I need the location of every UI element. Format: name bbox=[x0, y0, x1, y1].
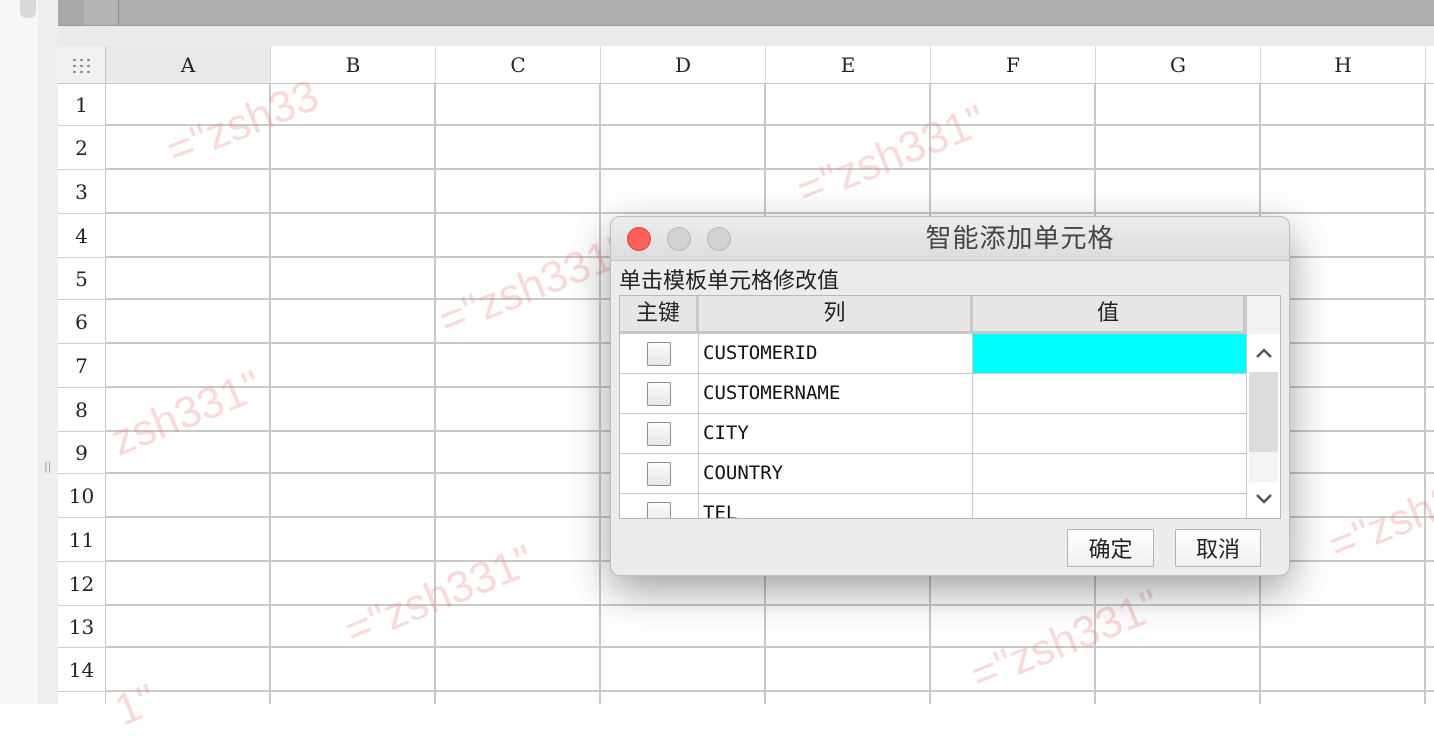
row-header-6[interactable]: 6 bbox=[58, 300, 106, 344]
row-header-5[interactable]: 5 bbox=[58, 258, 106, 300]
grid-dots-icon bbox=[70, 56, 93, 73]
column-name-cell[interactable]: COUNTRY bbox=[699, 454, 973, 493]
dialog-title: 智能添加单元格 bbox=[925, 224, 1115, 254]
header-column[interactable]: 列 bbox=[699, 296, 973, 331]
panel-tab[interactable] bbox=[20, 0, 36, 18]
template-cell-table: 主键 列 值 CUSTOMERID CUSTOMERNAME CITY COUN… bbox=[619, 295, 1281, 519]
primary-key-checkbox[interactable] bbox=[647, 421, 671, 446]
header-primary-key[interactable]: 主键 bbox=[620, 296, 699, 331]
table-row: TEL bbox=[620, 494, 1246, 518]
row-header-2[interactable]: 2 bbox=[58, 126, 106, 170]
formula-input[interactable] bbox=[118, 0, 1434, 25]
primary-key-cell bbox=[620, 494, 699, 518]
maximize-window-button[interactable] bbox=[707, 227, 731, 251]
table-scrollbar[interactable] bbox=[1246, 334, 1280, 518]
row-header-11[interactable]: 11 bbox=[58, 518, 106, 562]
primary-key-checkbox[interactable] bbox=[647, 501, 671, 518]
table-row: CUSTOMERNAME bbox=[620, 374, 1246, 414]
row-header-1[interactable]: 1 bbox=[58, 84, 106, 126]
value-cell[interactable] bbox=[973, 374, 1246, 413]
table-header: 主键 列 值 bbox=[620, 296, 1246, 334]
row-header-13[interactable]: 13 bbox=[58, 606, 106, 648]
row-header-10[interactable]: 10 bbox=[58, 474, 106, 518]
row-header-partial[interactable] bbox=[58, 692, 106, 704]
column-name-cell[interactable]: CITY bbox=[699, 414, 973, 453]
column-header-a[interactable]: A bbox=[106, 46, 271, 84]
minimize-window-button[interactable] bbox=[667, 227, 691, 251]
chevron-down-icon[interactable] bbox=[1247, 484, 1280, 514]
primary-key-checkbox[interactable] bbox=[647, 461, 671, 486]
row-header-14[interactable]: 14 bbox=[58, 648, 106, 692]
table-row: COUNTRY bbox=[620, 454, 1246, 494]
row-header-8[interactable]: 8 bbox=[58, 388, 106, 432]
table-row: CUSTOMERID bbox=[620, 334, 1246, 374]
grid-line bbox=[106, 168, 1434, 170]
grid-line bbox=[106, 124, 1434, 126]
chevron-up-icon[interactable] bbox=[1247, 338, 1280, 368]
column-header-h[interactable]: H bbox=[1261, 46, 1426, 84]
grid-line bbox=[1424, 84, 1426, 704]
dialog-titlebar[interactable]: 智能添加单元格 bbox=[611, 217, 1289, 261]
scroll-thumb[interactable] bbox=[1249, 372, 1278, 452]
splitter-grip-icon[interactable]: || bbox=[44, 460, 51, 473]
header-value[interactable]: 值 bbox=[973, 296, 1246, 331]
table-row: CITY bbox=[620, 414, 1246, 454]
column-header-partial[interactable] bbox=[1426, 46, 1434, 84]
column-header-d[interactable]: D bbox=[601, 46, 766, 84]
value-cell[interactable] bbox=[973, 454, 1246, 493]
column-name-cell[interactable]: CUSTOMERNAME bbox=[699, 374, 973, 413]
formula-bar-tab[interactable] bbox=[58, 0, 84, 25]
column-header-b[interactable]: B bbox=[271, 46, 436, 84]
close-window-button[interactable] bbox=[627, 227, 651, 251]
left-panel bbox=[0, 0, 38, 704]
column-name-cell[interactable]: CUSTOMERID bbox=[699, 334, 973, 373]
select-all-corner[interactable] bbox=[58, 46, 106, 84]
panel-splitter[interactable]: || bbox=[38, 0, 58, 704]
instruction-label: 单击模板单元格修改值 bbox=[619, 269, 840, 294]
grid-line bbox=[599, 84, 601, 704]
grid-line bbox=[106, 690, 1434, 692]
formula-bar bbox=[58, 0, 1434, 26]
row-header-9[interactable]: 9 bbox=[58, 432, 106, 474]
row-header-12[interactable]: 12 bbox=[58, 562, 106, 606]
grid-line bbox=[106, 604, 1434, 606]
primary-key-cell bbox=[620, 454, 699, 493]
value-cell[interactable] bbox=[973, 494, 1246, 518]
primary-key-checkbox[interactable] bbox=[647, 381, 671, 406]
table-header-corner bbox=[1246, 296, 1280, 334]
grid-line bbox=[434, 84, 436, 704]
column-header-e[interactable]: E bbox=[766, 46, 931, 84]
smart-add-cell-dialog: 智能添加单元格 单击模板单元格修改值 主键 列 值 CUSTOMERID CUS… bbox=[610, 216, 1290, 576]
confirm-button[interactable]: 确定 bbox=[1067, 529, 1154, 567]
column-header-f[interactable]: F bbox=[931, 46, 1096, 84]
row-header-3[interactable]: 3 bbox=[58, 170, 106, 214]
primary-key-cell bbox=[620, 334, 699, 373]
column-header-g[interactable]: G bbox=[1096, 46, 1261, 84]
value-cell-selected[interactable] bbox=[973, 334, 1246, 373]
toolbar-gap bbox=[58, 26, 1434, 46]
row-header-4[interactable]: 4 bbox=[58, 214, 106, 258]
row-header-7[interactable]: 7 bbox=[58, 344, 106, 388]
primary-key-cell bbox=[620, 414, 699, 453]
primary-key-cell bbox=[620, 374, 699, 413]
column-header-c[interactable]: C bbox=[436, 46, 601, 84]
primary-key-checkbox[interactable] bbox=[647, 341, 671, 366]
grid-line bbox=[269, 84, 271, 704]
cancel-button[interactable]: 取消 bbox=[1175, 529, 1261, 567]
column-name-cell[interactable]: TEL bbox=[699, 494, 973, 518]
grid-line bbox=[106, 646, 1434, 648]
grid-line bbox=[106, 212, 1434, 214]
value-cell[interactable] bbox=[973, 414, 1246, 453]
